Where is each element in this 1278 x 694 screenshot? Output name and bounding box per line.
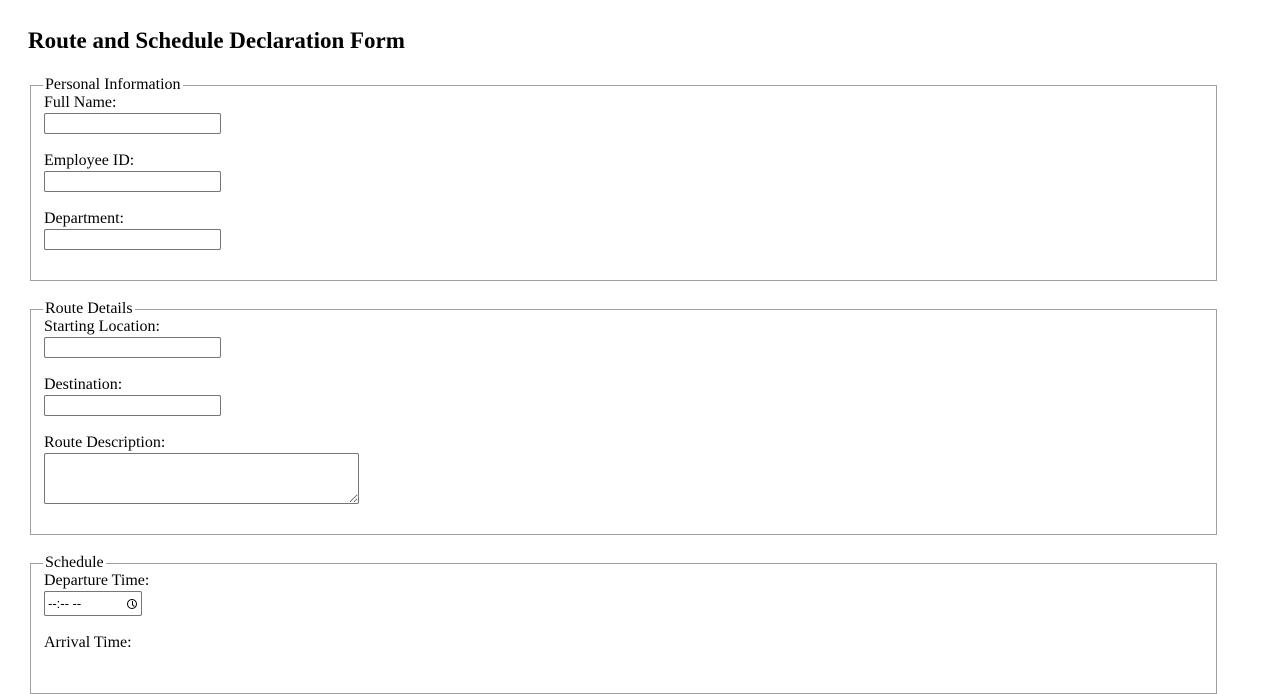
employee-id-field: Employee ID: bbox=[44, 152, 1216, 192]
departure-time-field: Departure Time: --:-- -- bbox=[44, 572, 1216, 616]
clock-icon[interactable] bbox=[127, 598, 137, 609]
departure-time-input[interactable]: --:-- -- bbox=[44, 591, 142, 616]
starting-location-label: Starting Location: bbox=[44, 318, 160, 335]
page-title: Route and Schedule Declaration Form bbox=[28, 28, 405, 53]
arrival-time-label: Arrival Time: bbox=[44, 634, 132, 651]
section-legend: Schedule bbox=[45, 554, 104, 571]
destination-label: Destination: bbox=[44, 376, 123, 393]
section-legend: Route Details bbox=[45, 300, 133, 317]
starting-location-field: Starting Location: bbox=[44, 318, 1216, 358]
departure-time-placeholder: --:-- -- bbox=[48, 596, 82, 611]
departure-time-label: Departure Time: bbox=[44, 572, 150, 589]
department-input[interactable] bbox=[44, 229, 221, 250]
route-description-label: Route Description: bbox=[44, 434, 166, 451]
employee-id-label: Employee ID: bbox=[44, 152, 135, 169]
arrival-time-field: Arrival Time: bbox=[44, 634, 1216, 652]
route-description-textarea[interactable] bbox=[44, 453, 359, 504]
full-name-label: Full Name: bbox=[44, 94, 117, 111]
schedule-section: Schedule Departure Time: --:-- -- Arriva… bbox=[30, 554, 1217, 694]
employee-id-input[interactable] bbox=[44, 171, 221, 192]
destination-field: Destination: bbox=[44, 376, 1216, 416]
department-label: Department: bbox=[44, 210, 124, 227]
starting-location-input[interactable] bbox=[44, 337, 221, 358]
department-field: Department: bbox=[44, 210, 1216, 250]
full-name-input[interactable] bbox=[44, 113, 221, 134]
route-details-section: Route Details Starting Location: Destina… bbox=[30, 300, 1217, 535]
section-legend: Personal Information bbox=[45, 76, 181, 93]
destination-input[interactable] bbox=[44, 395, 221, 416]
route-description-field: Route Description: bbox=[44, 434, 1216, 504]
personal-information-section: Personal Information Full Name: Employee… bbox=[30, 76, 1217, 281]
full-name-field: Full Name: bbox=[44, 94, 1216, 134]
